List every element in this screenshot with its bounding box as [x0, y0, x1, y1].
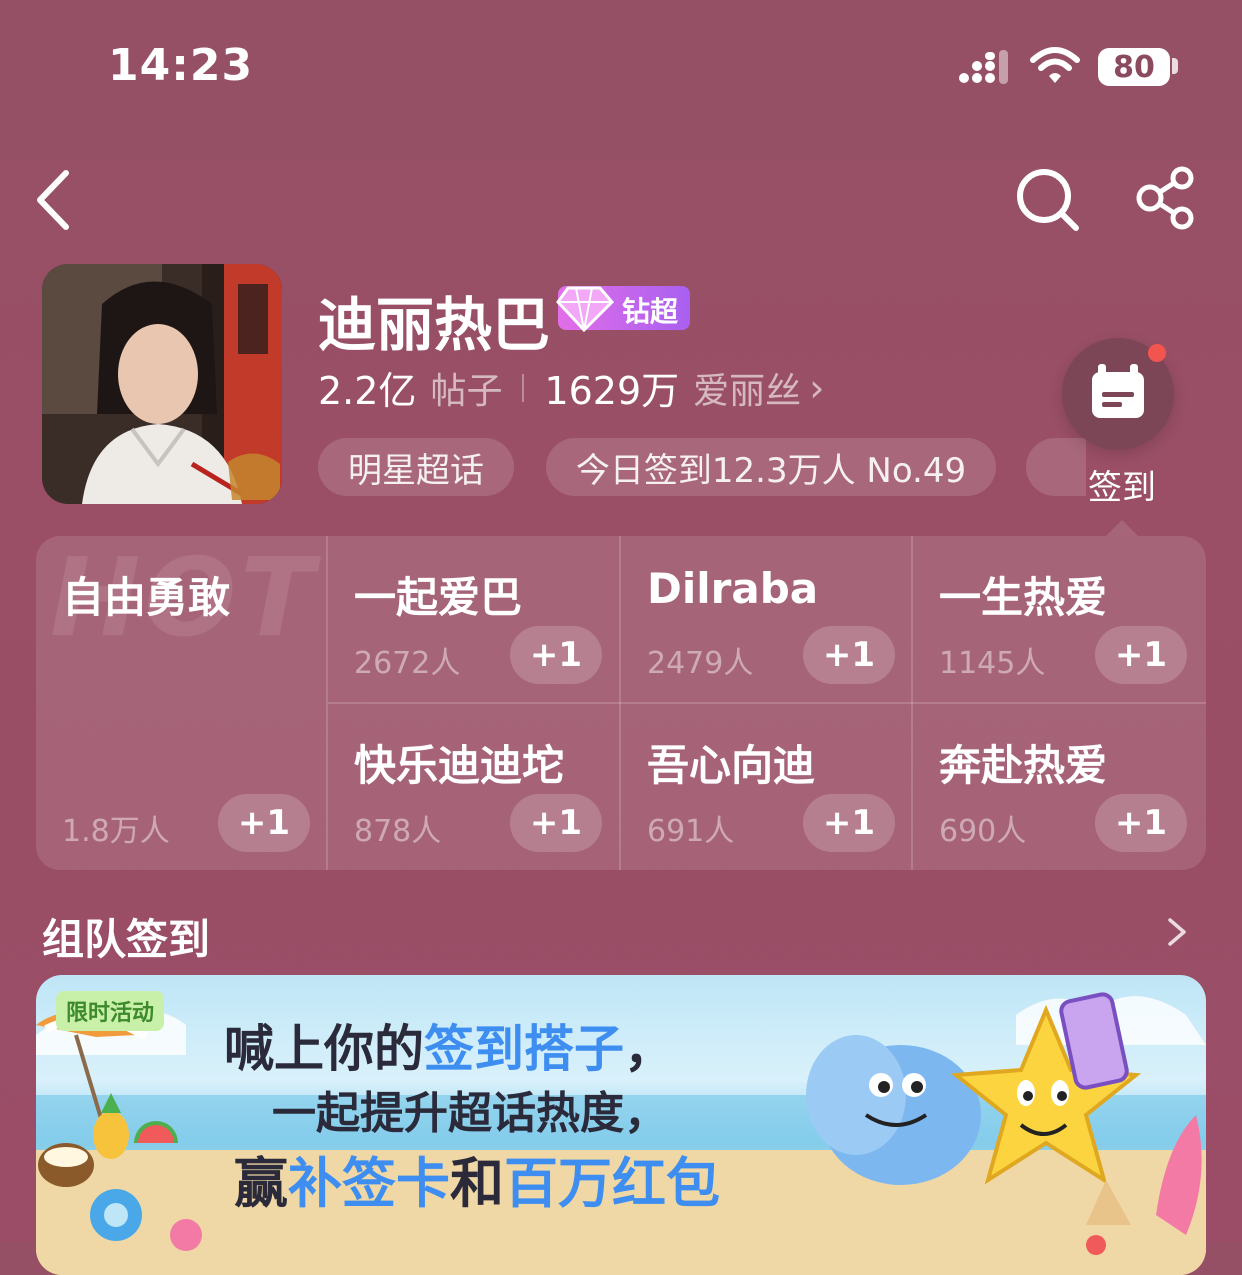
banner-line-2: 一起提升超话热度， — [272, 1088, 668, 1139]
group-name: 一起爱巴 — [354, 573, 523, 622]
group-name: 一生热爱 — [939, 573, 1108, 622]
banner-line-1: 喊上你的签到搭子， — [224, 1009, 674, 1081]
group-count: 1.8万人 — [62, 814, 170, 849]
group-count: 2672人 — [354, 646, 461, 681]
group-cell[interactable]: 一起爱巴 2672人 +1 — [328, 536, 619, 702]
search-icon[interactable] — [1012, 164, 1084, 236]
fans-label[interactable]: 爱丽丝 — [693, 362, 801, 414]
topic-stats: 2.2亿 帖子 1629万 爱丽丝 › — [318, 360, 824, 415]
group-cell[interactable]: HOT 自由勇敢 1.8万人 +1 — [36, 536, 326, 870]
team-checkin-banner[interactable]: 限时活动 喊上你的签到搭子， 一起提升超话热度， 赢补签卡和百万红包 — [36, 975, 1206, 1275]
group-cell[interactable]: 快乐迪迪坨 878人 +1 — [328, 704, 619, 870]
group-count: 690人 — [939, 814, 1027, 849]
join-button[interactable]: +1 — [1095, 794, 1187, 852]
badge-label: 钻超 — [622, 295, 679, 328]
limited-time-tag: 限时活动 — [56, 991, 165, 1031]
banner-text: ， — [624, 1020, 674, 1078]
signal-icon — [959, 50, 1008, 84]
share-icon[interactable] — [1132, 162, 1204, 234]
join-button[interactable]: +1 — [803, 626, 895, 684]
diamond-super-badge: 钻超 — [556, 286, 690, 332]
avatar-photo — [42, 264, 282, 504]
checkin-label[interactable]: 签到 — [1062, 460, 1182, 509]
tag-star-topic[interactable]: 明星超话 — [318, 438, 514, 496]
fans-count[interactable]: 1629万 — [544, 360, 679, 415]
group-grid: HOT 自由勇敢 1.8万人 +1 一起爱巴 2672人 +1 Dilraba … — [36, 536, 1206, 870]
group-name: 吾心向迪 — [647, 741, 816, 790]
posts-count: 2.2亿 — [318, 369, 417, 413]
join-button[interactable]: +1 — [1095, 626, 1187, 684]
group-name: 快乐迪迪坨 — [354, 741, 565, 790]
group-count: 2479人 — [647, 646, 754, 681]
section-title: 组队签到 — [42, 915, 211, 964]
group-cell[interactable]: 吾心向迪 691人 +1 — [621, 704, 911, 870]
group-count: 878人 — [354, 814, 442, 849]
group-count: 691人 — [647, 814, 735, 849]
notification-dot — [1148, 344, 1166, 362]
join-button[interactable]: +1 — [510, 794, 602, 852]
banner-text: 和 — [450, 1152, 504, 1215]
battery-indicator: 80 — [1098, 48, 1170, 86]
group-cell[interactable]: Dilraba 2479人 +1 — [621, 536, 911, 702]
tag-daily-checkin[interactable]: 今日签到12.3万人 No.49 — [546, 438, 996, 496]
banner-highlight: 百万红包 — [504, 1152, 720, 1215]
topic-title: 迪丽热巴 — [318, 291, 551, 359]
back-arrow-icon[interactable] — [30, 165, 80, 235]
group-cell[interactable]: 一生热爱 1145人 +1 — [913, 536, 1206, 702]
fans-chevron-icon[interactable]: › — [809, 366, 824, 410]
posts-label: 帖子 — [430, 370, 503, 412]
banner-highlight: 补签卡 — [288, 1152, 450, 1215]
group-name: 奔赴热爱 — [939, 741, 1108, 790]
banner-line-3: 赢补签卡和百万红包 — [234, 1139, 720, 1218]
banner-highlight: 签到搭子 — [424, 1020, 624, 1078]
join-button[interactable]: +1 — [803, 794, 895, 852]
status-time: 14:23 — [108, 40, 254, 91]
group-name: 自由勇敢 — [62, 573, 231, 622]
banner-text: 赢 — [234, 1152, 288, 1215]
banner-text: 喊上你的 — [224, 1020, 424, 1078]
topic-avatar[interactable] — [42, 264, 282, 504]
stats-divider — [522, 373, 525, 402]
chevron-right-icon[interactable] — [1164, 910, 1190, 954]
popover-pointer — [1106, 520, 1138, 536]
join-button[interactable]: +1 — [218, 794, 310, 852]
diamond-icon — [556, 286, 615, 332]
group-name: Dilraba — [647, 564, 819, 613]
battery-tip — [1172, 58, 1178, 74]
join-button[interactable]: +1 — [510, 626, 602, 684]
group-cell[interactable]: 奔赴热爱 690人 +1 — [913, 704, 1206, 870]
group-count: 1145人 — [939, 646, 1046, 681]
wifi-icon — [1030, 47, 1080, 83]
